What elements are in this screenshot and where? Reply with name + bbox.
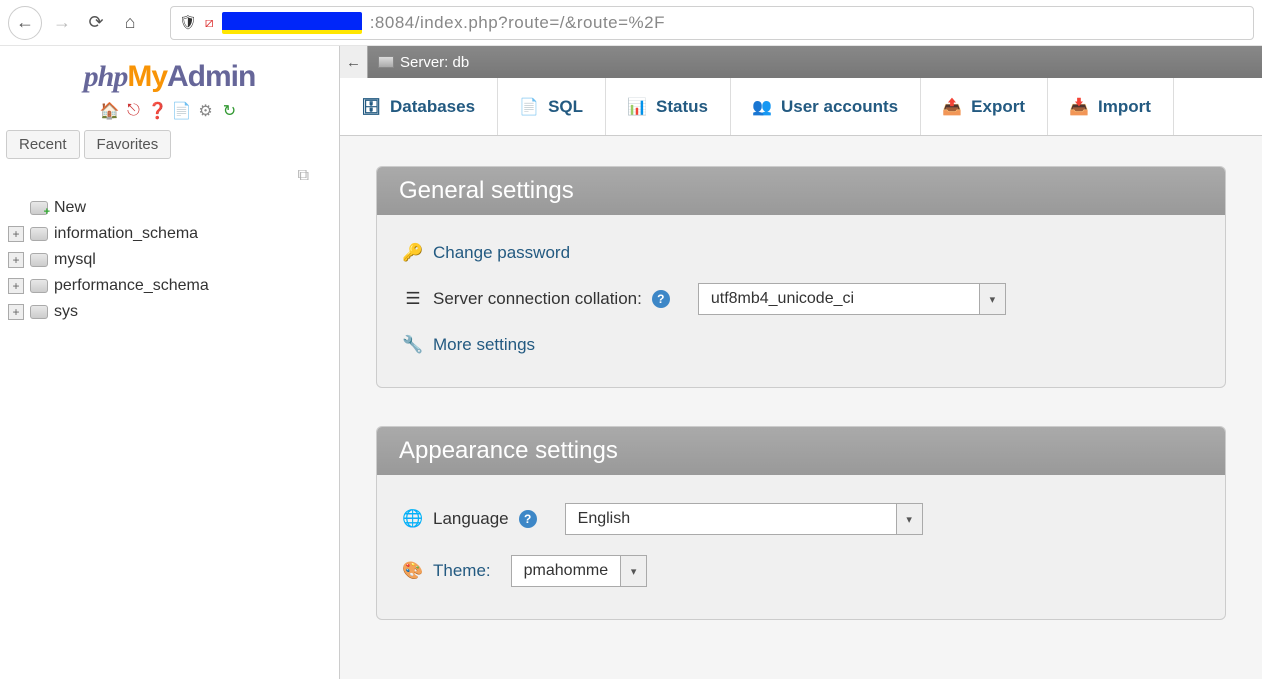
users-icon: 👥: [753, 98, 771, 116]
reload-button[interactable]: ⟳: [82, 9, 110, 37]
content-area: ← Server: db 🗄 Databases 📄 SQL 📊 Status …: [340, 46, 1262, 679]
db-icon: [30, 253, 48, 267]
theme-select[interactable]: pmahomme ▾: [511, 555, 647, 587]
docs-icon[interactable]: ❓: [149, 102, 167, 120]
language-select[interactable]: English ▾: [565, 503, 923, 535]
sidebar-item-db[interactable]: + information_schema: [6, 221, 333, 247]
forward-button[interactable]: →: [48, 9, 76, 37]
database-tree: New + information_schema + mysql + perfo…: [0, 185, 339, 335]
sql-icon[interactable]: 📄: [173, 102, 191, 120]
collation-icon: ☰: [403, 289, 423, 309]
collation-row: ☰ Server connection collation: ? utf8mb4…: [403, 273, 1199, 325]
crumb-server[interactable]: Server: db: [368, 54, 479, 71]
databases-icon: 🗄: [362, 98, 380, 116]
chevron-down-icon: ▾: [896, 504, 922, 534]
general-settings-panel: General settings 🔑 Change password ☰ Ser…: [376, 166, 1226, 388]
db-icon: [30, 279, 48, 293]
url-text: :8084/index.php?route=/&route=%2F: [370, 13, 665, 33]
sidebar-item-db[interactable]: + sys: [6, 299, 333, 325]
panel-title: Appearance settings: [377, 427, 1225, 475]
expand-icon[interactable]: +: [8, 252, 24, 268]
expand-icon[interactable]: +: [8, 278, 24, 294]
globe-icon: 🌐: [403, 509, 423, 529]
theme-label[interactable]: Theme:: [433, 561, 491, 581]
tab-export[interactable]: 📤 Export: [921, 78, 1048, 135]
sidebar: phpMyAdmin 🏠 ⎋ ❓ 📄 ⚙ ↻ Recent Favorites …: [0, 46, 340, 679]
sidebar-item-label: mysql: [54, 251, 96, 269]
crumb-label: Server: db: [400, 54, 469, 71]
help-icon[interactable]: ?: [519, 510, 537, 528]
tab-databases[interactable]: 🗄 Databases: [340, 78, 498, 135]
tab-recent[interactable]: Recent: [6, 130, 80, 159]
export-icon: 📤: [943, 98, 961, 116]
sql-icon: 📄: [520, 98, 538, 116]
db-icon: [30, 227, 48, 241]
chevron-down-icon: ▾: [620, 556, 646, 586]
server-icon: [378, 56, 394, 68]
language-label: Language: [433, 509, 509, 529]
db-icon: [30, 305, 48, 319]
key-icon: 🔑: [403, 243, 423, 263]
url-bar[interactable]: 🛡 ⧄ :8084/index.php?route=/&route=%2F: [170, 6, 1254, 40]
tab-status[interactable]: 📊 Status: [606, 78, 731, 135]
back-button[interactable]: ←: [8, 6, 42, 40]
change-password-link[interactable]: 🔑 Change password: [403, 233, 1199, 273]
shield-icon: 🛡: [179, 14, 197, 31]
tab-import[interactable]: 📥 Import: [1048, 78, 1174, 135]
home-icon[interactable]: 🏠: [101, 102, 119, 120]
new-db-icon: [30, 201, 48, 215]
panel-title: General settings: [377, 167, 1225, 215]
browser-bar: ← → ⟳ ⌂ 🛡 ⧄ :8084/index.php?route=/&rout…: [0, 0, 1262, 46]
sidebar-item-label: New: [54, 199, 86, 217]
appearance-settings-panel: Appearance settings 🌐 Language ? English…: [376, 426, 1226, 620]
nav-collapse-button[interactable]: ←: [340, 46, 368, 78]
redacted-host: [222, 12, 362, 34]
wrench-icon: 🔧: [403, 335, 423, 355]
collation-label: Server connection collation:: [433, 289, 642, 309]
collapse-icon[interactable]: ⧉: [298, 167, 309, 184]
sidebar-item-new[interactable]: New: [6, 195, 333, 221]
no-lock-icon: ⧄: [205, 14, 214, 31]
sidebar-item-label: sys: [54, 303, 78, 321]
more-settings-link[interactable]: 🔧 More settings: [403, 325, 1199, 365]
tab-user-accounts[interactable]: 👥 User accounts: [731, 78, 921, 135]
top-tabs: 🗄 Databases 📄 SQL 📊 Status 👥 User accoun…: [340, 78, 1262, 136]
home-button[interactable]: ⌂: [116, 9, 144, 37]
sidebar-item-label: performance_schema: [54, 277, 209, 295]
chevron-down-icon: ▾: [979, 284, 1005, 314]
expand-icon[interactable]: +: [8, 226, 24, 242]
collation-select[interactable]: utf8mb4_unicode_ci ▾: [698, 283, 1006, 315]
reload-icon[interactable]: ↻: [221, 102, 239, 120]
logo[interactable]: phpMyAdmin: [0, 52, 339, 96]
palette-icon: 🎨: [403, 561, 423, 581]
sidebar-item-db[interactable]: + mysql: [6, 247, 333, 273]
status-icon: 📊: [628, 98, 646, 116]
gear-icon[interactable]: ⚙: [197, 102, 215, 120]
theme-row: 🎨 Theme: pmahomme ▾: [403, 545, 1199, 597]
help-icon[interactable]: ?: [652, 290, 670, 308]
sidebar-icons: 🏠 ⎋ ❓ 📄 ⚙ ↻: [0, 96, 339, 130]
logout-icon[interactable]: ⎋: [125, 102, 143, 120]
sidebar-item-label: information_schema: [54, 225, 198, 243]
tab-favorites[interactable]: Favorites: [84, 130, 172, 159]
tab-sql[interactable]: 📄 SQL: [498, 78, 606, 135]
sidebar-item-db[interactable]: + performance_schema: [6, 273, 333, 299]
expand-icon[interactable]: +: [8, 304, 24, 320]
import-icon: 📥: [1070, 98, 1088, 116]
breadcrumb: ← Server: db: [340, 46, 1262, 78]
language-row: 🌐 Language ? English ▾: [403, 493, 1199, 545]
